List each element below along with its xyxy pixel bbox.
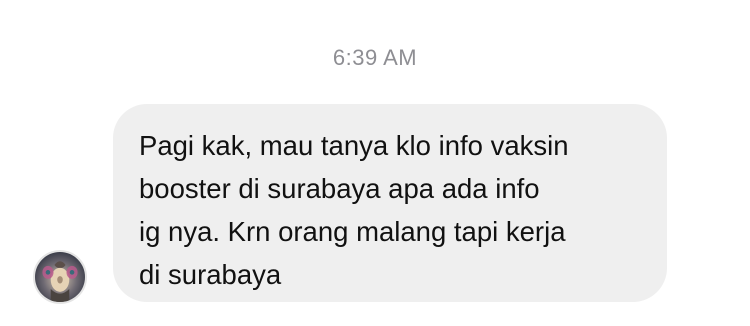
message-timestamp: 6:39 AM [332,45,418,70]
avatar-photo-icon [35,252,85,302]
contact-avatar[interactable] [33,250,87,304]
message-thread: 6:39 AM Pagi kak, mau tanya klo info vak… [0,0,750,326]
incoming-message-bubble[interactable]: Pagi kak, mau tanya klo info vaksin boos… [113,104,667,302]
message-text: Pagi kak, mau tanya klo info vaksin boos… [139,130,569,290]
